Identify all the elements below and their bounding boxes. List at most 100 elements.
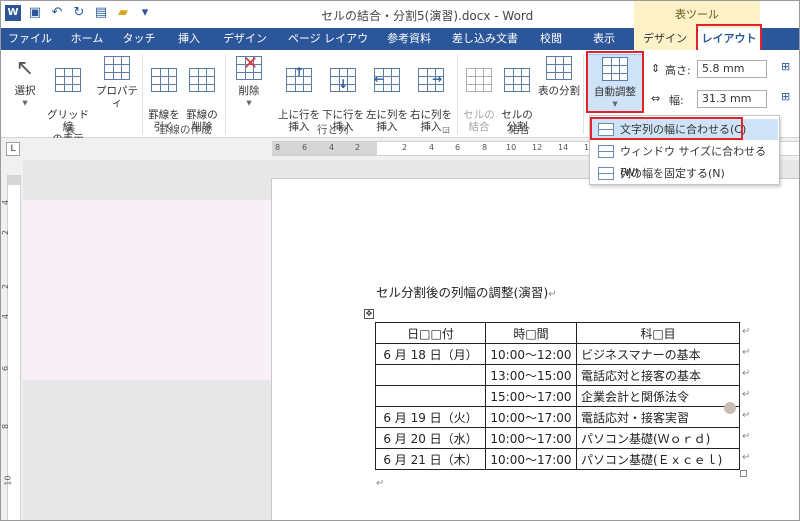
table-cell[interactable] [375, 385, 486, 407]
row-height-input[interactable]: 5.8 mm [697, 60, 767, 78]
table-cell[interactable]: 10:00～17:00 [485, 448, 577, 470]
ruler-number: 4 [329, 143, 335, 152]
tab-file[interactable]: ファイル [5, 28, 55, 50]
table-row: 6 月 21 日（木） 10:00～17:00 パソコン基礎(Ｅｘｃｅｌ) [375, 448, 740, 470]
table-resize-handle[interactable] [740, 470, 747, 477]
table-cell[interactable]: 企業会計と関係法令 [576, 385, 740, 407]
ruler-number: 6 [455, 143, 461, 152]
table-cell[interactable]: 電話応対・接客実習 [576, 406, 740, 428]
ribbon-tabs: ファイル ホーム タッチ 挿入 デザイン ページ レイアウト 参考資料 差し込み… [1, 28, 799, 67]
open-folder-icon[interactable]: ▰ [115, 5, 131, 21]
table-cell[interactable]: 日□□付 [375, 322, 486, 344]
menu-item-autofit-window[interactable]: ウィンドウ サイズに合わせる(W) [592, 141, 778, 179]
row-end-mark: ↵ [742, 410, 751, 421]
table-cell[interactable] [375, 364, 486, 386]
quick-access-toolbar: W ▣ ↶ ↻ ▤ ▰ ▾ [5, 5, 153, 21]
table-cell[interactable]: パソコン基礎(Ｗｏｒｄ) [576, 427, 740, 449]
insert-above-icon: ↑ [286, 66, 312, 94]
table-cell[interactable]: 6 月 19 日（火） [375, 406, 486, 428]
column-width-input[interactable]: 31.3 mm [697, 90, 767, 108]
ruler-number: 14 [558, 143, 569, 152]
document-band [23, 200, 271, 380]
table-cell[interactable]: 6 月 20 日（水） [375, 427, 486, 449]
tab-review[interactable]: 校閲 [531, 28, 571, 50]
ruler-number: 6 [302, 143, 308, 152]
redo-icon[interactable]: ↻ [71, 5, 87, 21]
ruler-number: 2 [1, 229, 11, 236]
ruler-number: 12 [532, 143, 543, 152]
tab-view[interactable]: 表示 [579, 28, 629, 50]
paragraph-mark: ↵ [376, 478, 385, 489]
dialog-launcher-icon[interactable]: ◲ [441, 124, 451, 136]
print-preview-icon[interactable]: ▤ [93, 5, 109, 21]
ruler-margin [272, 142, 377, 155]
table-cell[interactable]: 15:00～17:00 [485, 385, 577, 407]
ruler-number: 2 [1, 283, 11, 290]
tab-design[interactable]: デザイン [217, 28, 273, 50]
tab-page-layout[interactable]: ページ レイアウト [283, 28, 373, 67]
insert-right-button[interactable]: → 右に列を 挿入 [409, 56, 453, 133]
insert-left-icon: ← [374, 68, 400, 94]
properties-icon [104, 56, 130, 82]
table-row: 6 月 19 日（火） 10:00～17:00 電話応対・接客実習 [375, 406, 740, 428]
table-cell[interactable]: 10:00～12:00 [485, 343, 577, 365]
schedule-table[interactable]: 日□□付 時□間 科□目 6 月 18 日（月） 10:00～12:00 ビジネ… [375, 322, 740, 470]
insert-above-button[interactable]: ↑ 上に行を 挿入 [277, 56, 321, 133]
ruler-number: 4 [429, 143, 435, 152]
table-cell[interactable]: 時□間 [485, 322, 577, 344]
table-cell[interactable]: パソコン基礎(Ｅｘｃｅｌ) [576, 448, 740, 470]
tab-mailings[interactable]: 差し込み文書 [447, 28, 523, 50]
cursor-arrow-icon: ↖ [15, 56, 35, 81]
table-cell[interactable]: 13:00～15:00 [485, 364, 577, 386]
properties-button[interactable]: プロパティ [95, 56, 139, 109]
table-move-handle[interactable]: ✥ [364, 309, 374, 319]
insert-below-icon: ↓ [330, 68, 356, 94]
menu-item-fixed-width[interactable]: 列の幅を固定する(N) [592, 163, 778, 184]
group-label-draw: 罫線の作成 [159, 124, 212, 136]
split-table-button[interactable]: 表の分割 [537, 56, 581, 97]
ruler-number: 2 [402, 143, 408, 152]
group-separator [583, 54, 584, 134]
row-height-icon: ⇕ [651, 62, 661, 75]
select-button[interactable]: ↖ 選択 ▾ [7, 56, 43, 109]
distribute-rows-icon[interactable]: ⊞ [781, 60, 790, 73]
tab-touch[interactable]: タッチ [117, 28, 161, 50]
table-cell[interactable]: 6 月 21 日（木） [375, 448, 486, 470]
merge-cells-button[interactable]: セルの 結合 [461, 56, 497, 133]
row-end-mark: ↵ [742, 431, 751, 442]
split-cells-icon [504, 68, 530, 94]
tab-insert[interactable]: 挿入 [169, 28, 209, 50]
table-cell[interactable]: ビジネスマナーの基本 [576, 343, 740, 365]
vertical-ruler[interactable]: 4 2 2 4 6 8 10 [1, 160, 23, 520]
insert-left-button[interactable]: ← 左に列を 挿入 [365, 56, 409, 133]
distribute-columns-icon[interactable]: ⊞ [781, 90, 790, 103]
group-label-rows-cols: 行と列 [317, 124, 349, 136]
highlight-autofit-button [586, 51, 644, 113]
highlight-autofit-contents [590, 117, 743, 140]
document-heading[interactable]: セル分割後の列幅の調整(演習)↵ [376, 282, 557, 301]
delete-button[interactable]: ✕ 削除 ▾ [231, 55, 267, 109]
tab-table-design[interactable]: デザイン [634, 28, 696, 50]
undo-icon[interactable]: ↶ [49, 5, 65, 21]
ruler-number: 8 [482, 143, 488, 152]
table-cell[interactable]: 10:00～17:00 [485, 427, 577, 449]
group-separator [142, 54, 143, 134]
tab-home[interactable]: ホーム [65, 28, 109, 50]
tab-selector[interactable]: L [6, 142, 20, 156]
ruler-number: 10 [506, 143, 517, 152]
vertical-ruler-bar [7, 175, 21, 520]
mouse-pointer-indicator [724, 402, 736, 414]
delete-table-icon: ✕ [236, 55, 262, 82]
table-cell[interactable]: 6 月 18 日（月） [375, 343, 486, 365]
row-end-mark: ↵ [742, 452, 751, 463]
tab-references[interactable]: 参考資料 [381, 28, 437, 50]
table-cell[interactable]: 電話応対と接客の基本 [576, 364, 740, 386]
group-separator [457, 54, 458, 134]
word-app-icon[interactable]: W [5, 5, 21, 21]
table-cell[interactable]: 科□目 [576, 322, 740, 344]
customize-qat-icon[interactable]: ▾ [137, 5, 153, 21]
table-row: 6 月 20 日（水） 10:00～17:00 パソコン基礎(Ｗｏｒｄ) [375, 427, 740, 449]
table-cell[interactable]: 10:00～17:00 [485, 406, 577, 428]
ruler-number: 6 [1, 365, 11, 372]
save-icon[interactable]: ▣ [27, 5, 43, 21]
